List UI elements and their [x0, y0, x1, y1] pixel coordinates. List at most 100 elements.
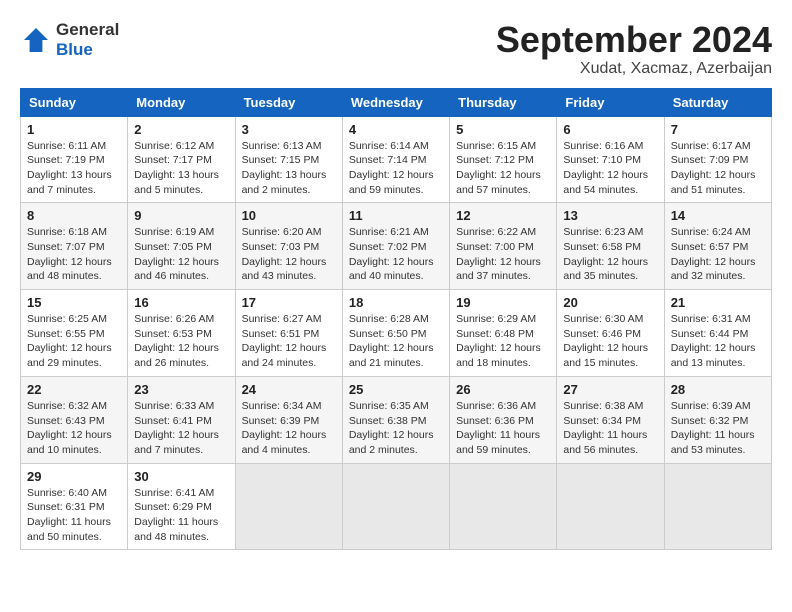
day-info: Sunrise: 6:27 AM Sunset: 6:51 PM Dayligh…: [242, 312, 336, 371]
day-number: 30: [134, 469, 228, 484]
calendar-cell: 1 Sunrise: 6:11 AM Sunset: 7:19 PM Dayli…: [21, 116, 128, 203]
calendar-cell: 17 Sunrise: 6:27 AM Sunset: 6:51 PM Dayl…: [235, 290, 342, 377]
day-number: 8: [27, 208, 121, 223]
weekday-header: Tuesday: [235, 88, 342, 116]
day-number: 5: [456, 122, 550, 137]
day-number: 13: [563, 208, 657, 223]
day-number: 3: [242, 122, 336, 137]
day-info: Sunrise: 6:41 AM Sunset: 6:29 PM Dayligh…: [134, 486, 228, 545]
day-info: Sunrise: 6:33 AM Sunset: 6:41 PM Dayligh…: [134, 399, 228, 458]
day-info: Sunrise: 6:23 AM Sunset: 6:58 PM Dayligh…: [563, 225, 657, 284]
calendar-cell: 13 Sunrise: 6:23 AM Sunset: 6:58 PM Dayl…: [557, 203, 664, 290]
day-number: 25: [349, 382, 443, 397]
day-number: 10: [242, 208, 336, 223]
day-number: 7: [671, 122, 765, 137]
logo-icon: [20, 24, 52, 56]
day-number: 20: [563, 295, 657, 310]
day-number: 15: [27, 295, 121, 310]
day-number: 4: [349, 122, 443, 137]
day-info: Sunrise: 6:14 AM Sunset: 7:14 PM Dayligh…: [349, 139, 443, 198]
calendar-cell: 10 Sunrise: 6:20 AM Sunset: 7:03 PM Dayl…: [235, 203, 342, 290]
title-block: September 2024 Xudat, Xacmaz, Azerbaijan: [496, 20, 772, 78]
day-number: 29: [27, 469, 121, 484]
calendar-cell: [235, 463, 342, 550]
calendar-cell: 7 Sunrise: 6:17 AM Sunset: 7:09 PM Dayli…: [664, 116, 771, 203]
day-number: 16: [134, 295, 228, 310]
weekday-header: Monday: [128, 88, 235, 116]
calendar-cell: 12 Sunrise: 6:22 AM Sunset: 7:00 PM Dayl…: [450, 203, 557, 290]
calendar-cell: 20 Sunrise: 6:30 AM Sunset: 6:46 PM Dayl…: [557, 290, 664, 377]
day-number: 21: [671, 295, 765, 310]
day-info: Sunrise: 6:24 AM Sunset: 6:57 PM Dayligh…: [671, 225, 765, 284]
day-info: Sunrise: 6:20 AM Sunset: 7:03 PM Dayligh…: [242, 225, 336, 284]
logo-general: General: [56, 20, 119, 39]
day-info: Sunrise: 6:15 AM Sunset: 7:12 PM Dayligh…: [456, 139, 550, 198]
day-number: 12: [456, 208, 550, 223]
calendar-cell: 14 Sunrise: 6:24 AM Sunset: 6:57 PM Dayl…: [664, 203, 771, 290]
calendar-cell: [450, 463, 557, 550]
calendar-cell: 30 Sunrise: 6:41 AM Sunset: 6:29 PM Dayl…: [128, 463, 235, 550]
calendar-cell: 23 Sunrise: 6:33 AM Sunset: 6:41 PM Dayl…: [128, 376, 235, 463]
logo-text: General Blue: [56, 20, 119, 61]
calendar-cell: 16 Sunrise: 6:26 AM Sunset: 6:53 PM Dayl…: [128, 290, 235, 377]
day-number: 26: [456, 382, 550, 397]
calendar-cell: [557, 463, 664, 550]
day-info: Sunrise: 6:31 AM Sunset: 6:44 PM Dayligh…: [671, 312, 765, 371]
day-info: Sunrise: 6:12 AM Sunset: 7:17 PM Dayligh…: [134, 139, 228, 198]
calendar-cell: 24 Sunrise: 6:34 AM Sunset: 6:39 PM Dayl…: [235, 376, 342, 463]
calendar-cell: 6 Sunrise: 6:16 AM Sunset: 7:10 PM Dayli…: [557, 116, 664, 203]
day-number: 9: [134, 208, 228, 223]
location: Xudat, Xacmaz, Azerbaijan: [496, 60, 772, 78]
calendar-cell: 2 Sunrise: 6:12 AM Sunset: 7:17 PM Dayli…: [128, 116, 235, 203]
day-info: Sunrise: 6:28 AM Sunset: 6:50 PM Dayligh…: [349, 312, 443, 371]
day-info: Sunrise: 6:34 AM Sunset: 6:39 PM Dayligh…: [242, 399, 336, 458]
weekday-header: Wednesday: [342, 88, 449, 116]
day-info: Sunrise: 6:22 AM Sunset: 7:00 PM Dayligh…: [456, 225, 550, 284]
day-number: 27: [563, 382, 657, 397]
day-info: Sunrise: 6:21 AM Sunset: 7:02 PM Dayligh…: [349, 225, 443, 284]
calendar-cell: 19 Sunrise: 6:29 AM Sunset: 6:48 PM Dayl…: [450, 290, 557, 377]
calendar-cell: 8 Sunrise: 6:18 AM Sunset: 7:07 PM Dayli…: [21, 203, 128, 290]
logo: General Blue: [20, 20, 119, 61]
calendar-cell: 4 Sunrise: 6:14 AM Sunset: 7:14 PM Dayli…: [342, 116, 449, 203]
day-number: 17: [242, 295, 336, 310]
day-info: Sunrise: 6:30 AM Sunset: 6:46 PM Dayligh…: [563, 312, 657, 371]
weekday-header: Thursday: [450, 88, 557, 116]
calendar-cell: 28 Sunrise: 6:39 AM Sunset: 6:32 PM Dayl…: [664, 376, 771, 463]
calendar-cell: 22 Sunrise: 6:32 AM Sunset: 6:43 PM Dayl…: [21, 376, 128, 463]
day-info: Sunrise: 6:38 AM Sunset: 6:34 PM Dayligh…: [563, 399, 657, 458]
day-number: 2: [134, 122, 228, 137]
calendar-cell: [664, 463, 771, 550]
calendar-cell: 25 Sunrise: 6:35 AM Sunset: 6:38 PM Dayl…: [342, 376, 449, 463]
day-info: Sunrise: 6:35 AM Sunset: 6:38 PM Dayligh…: [349, 399, 443, 458]
day-info: Sunrise: 6:16 AM Sunset: 7:10 PM Dayligh…: [563, 139, 657, 198]
day-info: Sunrise: 6:26 AM Sunset: 6:53 PM Dayligh…: [134, 312, 228, 371]
calendar-cell: 27 Sunrise: 6:38 AM Sunset: 6:34 PM Dayl…: [557, 376, 664, 463]
page-header: General Blue September 2024 Xudat, Xacma…: [20, 20, 772, 78]
calendar-cell: 9 Sunrise: 6:19 AM Sunset: 7:05 PM Dayli…: [128, 203, 235, 290]
day-number: 14: [671, 208, 765, 223]
day-info: Sunrise: 6:13 AM Sunset: 7:15 PM Dayligh…: [242, 139, 336, 198]
day-info: Sunrise: 6:11 AM Sunset: 7:19 PM Dayligh…: [27, 139, 121, 198]
day-number: 22: [27, 382, 121, 397]
day-info: Sunrise: 6:36 AM Sunset: 6:36 PM Dayligh…: [456, 399, 550, 458]
calendar-table: SundayMondayTuesdayWednesdayThursdayFrid…: [20, 88, 772, 551]
weekday-header: Sunday: [21, 88, 128, 116]
day-number: 24: [242, 382, 336, 397]
month-title: September 2024: [496, 20, 772, 60]
day-number: 18: [349, 295, 443, 310]
calendar-cell: 5 Sunrise: 6:15 AM Sunset: 7:12 PM Dayli…: [450, 116, 557, 203]
weekday-header: Friday: [557, 88, 664, 116]
day-info: Sunrise: 6:32 AM Sunset: 6:43 PM Dayligh…: [27, 399, 121, 458]
day-number: 23: [134, 382, 228, 397]
day-number: 1: [27, 122, 121, 137]
day-info: Sunrise: 6:39 AM Sunset: 6:32 PM Dayligh…: [671, 399, 765, 458]
calendar-cell: 21 Sunrise: 6:31 AM Sunset: 6:44 PM Dayl…: [664, 290, 771, 377]
calendar-cell: 3 Sunrise: 6:13 AM Sunset: 7:15 PM Dayli…: [235, 116, 342, 203]
calendar-cell: 26 Sunrise: 6:36 AM Sunset: 6:36 PM Dayl…: [450, 376, 557, 463]
day-info: Sunrise: 6:29 AM Sunset: 6:48 PM Dayligh…: [456, 312, 550, 371]
day-info: Sunrise: 6:19 AM Sunset: 7:05 PM Dayligh…: [134, 225, 228, 284]
day-number: 19: [456, 295, 550, 310]
calendar-header: SundayMondayTuesdayWednesdayThursdayFrid…: [21, 88, 772, 116]
day-info: Sunrise: 6:40 AM Sunset: 6:31 PM Dayligh…: [27, 486, 121, 545]
